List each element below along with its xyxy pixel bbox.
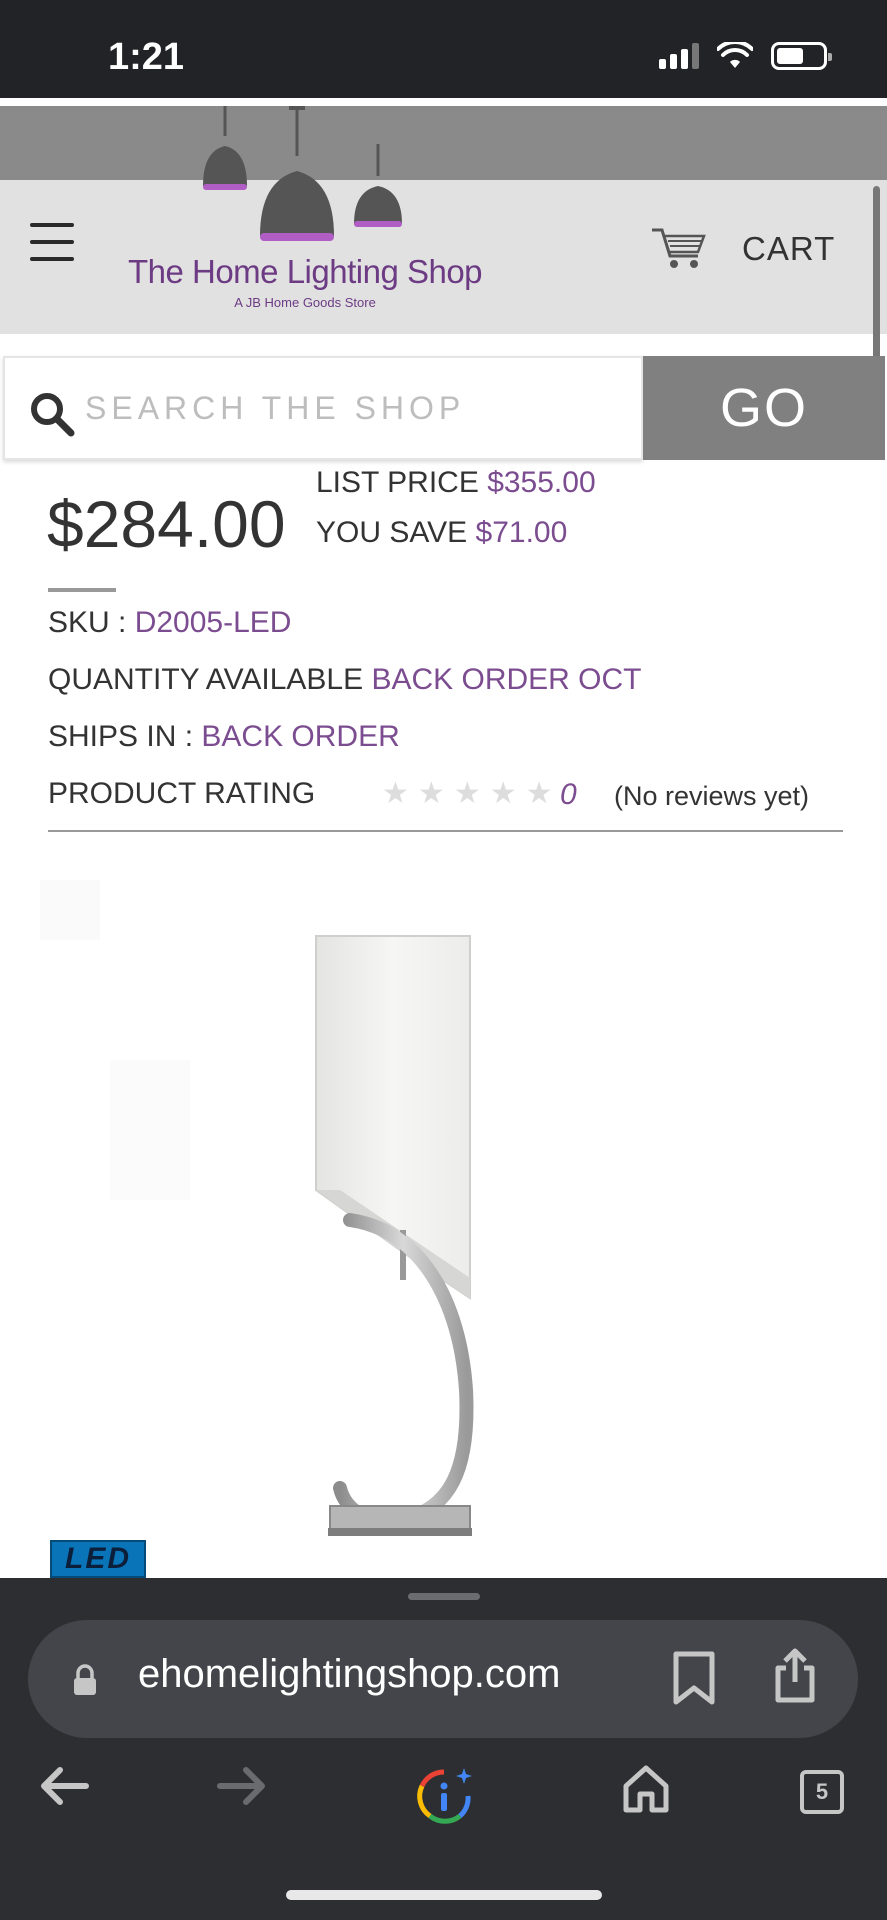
top-strip [0,106,887,180]
quantity-label: QUANTITY AVAILABLE [48,663,364,696]
cart-label: CART [742,230,836,267]
led-badge: LED [50,1540,146,1578]
logo-subtitle: A JB Home Goods Store [234,295,376,310]
search-bar [3,356,643,460]
search-icon [31,393,75,437]
rating-value: 0 [560,778,577,811]
battery-icon [771,42,832,70]
status-icons [659,42,832,70]
hamburger-menu-icon[interactable] [30,223,74,261]
quantity-row: QUANTITY AVAILABLE BACK ORDER OCT [48,663,642,697]
reviews-count[interactable]: (No reviews yet) [614,781,809,812]
product-image[interactable] [40,870,860,1580]
wifi-icon [717,42,753,68]
list-price-value: $355.00 [487,466,596,499]
status-bar: 1:21 [0,0,887,98]
divider [48,588,116,592]
home-indicator [286,1890,602,1900]
divider [48,830,843,832]
tab-switcher-button[interactable]: 5 [800,1770,844,1814]
sku-label: SKU : [48,606,127,639]
star-icon: ★ [382,776,409,811]
sheet-grabber[interactable] [408,1593,480,1600]
sale-price: $284.00 [47,487,286,561]
sku-value: D2005-LED [134,606,292,639]
you-save-value: $71.00 [475,516,568,549]
cellular-signal-icon [659,43,699,69]
quantity-value: BACK ORDER OCT [371,663,642,696]
search-input[interactable] [85,380,625,436]
star-icon: ★ [417,776,445,811]
rating-stars[interactable]: ★ ★ ★ ★ ★ [382,776,553,811]
lock-icon [74,1664,96,1695]
google-lens-icon[interactable] [414,1766,474,1826]
list-price: LIST PRICE $355.00 [316,466,596,506]
bookmark-icon[interactable] [672,1650,716,1706]
share-icon[interactable] [772,1648,818,1704]
ships-label: SHIPS IN : [48,720,194,753]
back-arrow-icon[interactable] [36,1762,92,1810]
rating-label: PRODUCT RATING [48,777,316,810]
shopping-cart-icon [652,228,706,268]
cart-button[interactable]: CART [650,226,835,272]
url-text[interactable]: ehomelightingshop.com [138,1652,560,1697]
home-icon[interactable] [620,1762,672,1814]
you-save: YOU SAVE $71.00 [316,516,567,550]
ships-value: BACK ORDER [201,720,400,753]
sku-row: SKU : D2005-LED [48,606,291,640]
logo-lamps-icon[interactable] [195,106,415,246]
go-button[interactable]: GO [643,356,885,460]
logo-title[interactable]: The Home Lighting Shop [110,253,500,291]
star-icon: ★ [525,776,553,811]
star-icon: ★ [489,776,517,811]
status-time: 1:21 [108,36,185,78]
star-icon: ★ [453,776,481,811]
you-save-label: YOU SAVE [316,516,468,549]
list-price-label: LIST PRICE [316,466,479,499]
ships-row: SHIPS IN : BACK ORDER [48,720,400,754]
divider [0,98,887,106]
forward-arrow-icon[interactable] [214,1762,270,1810]
